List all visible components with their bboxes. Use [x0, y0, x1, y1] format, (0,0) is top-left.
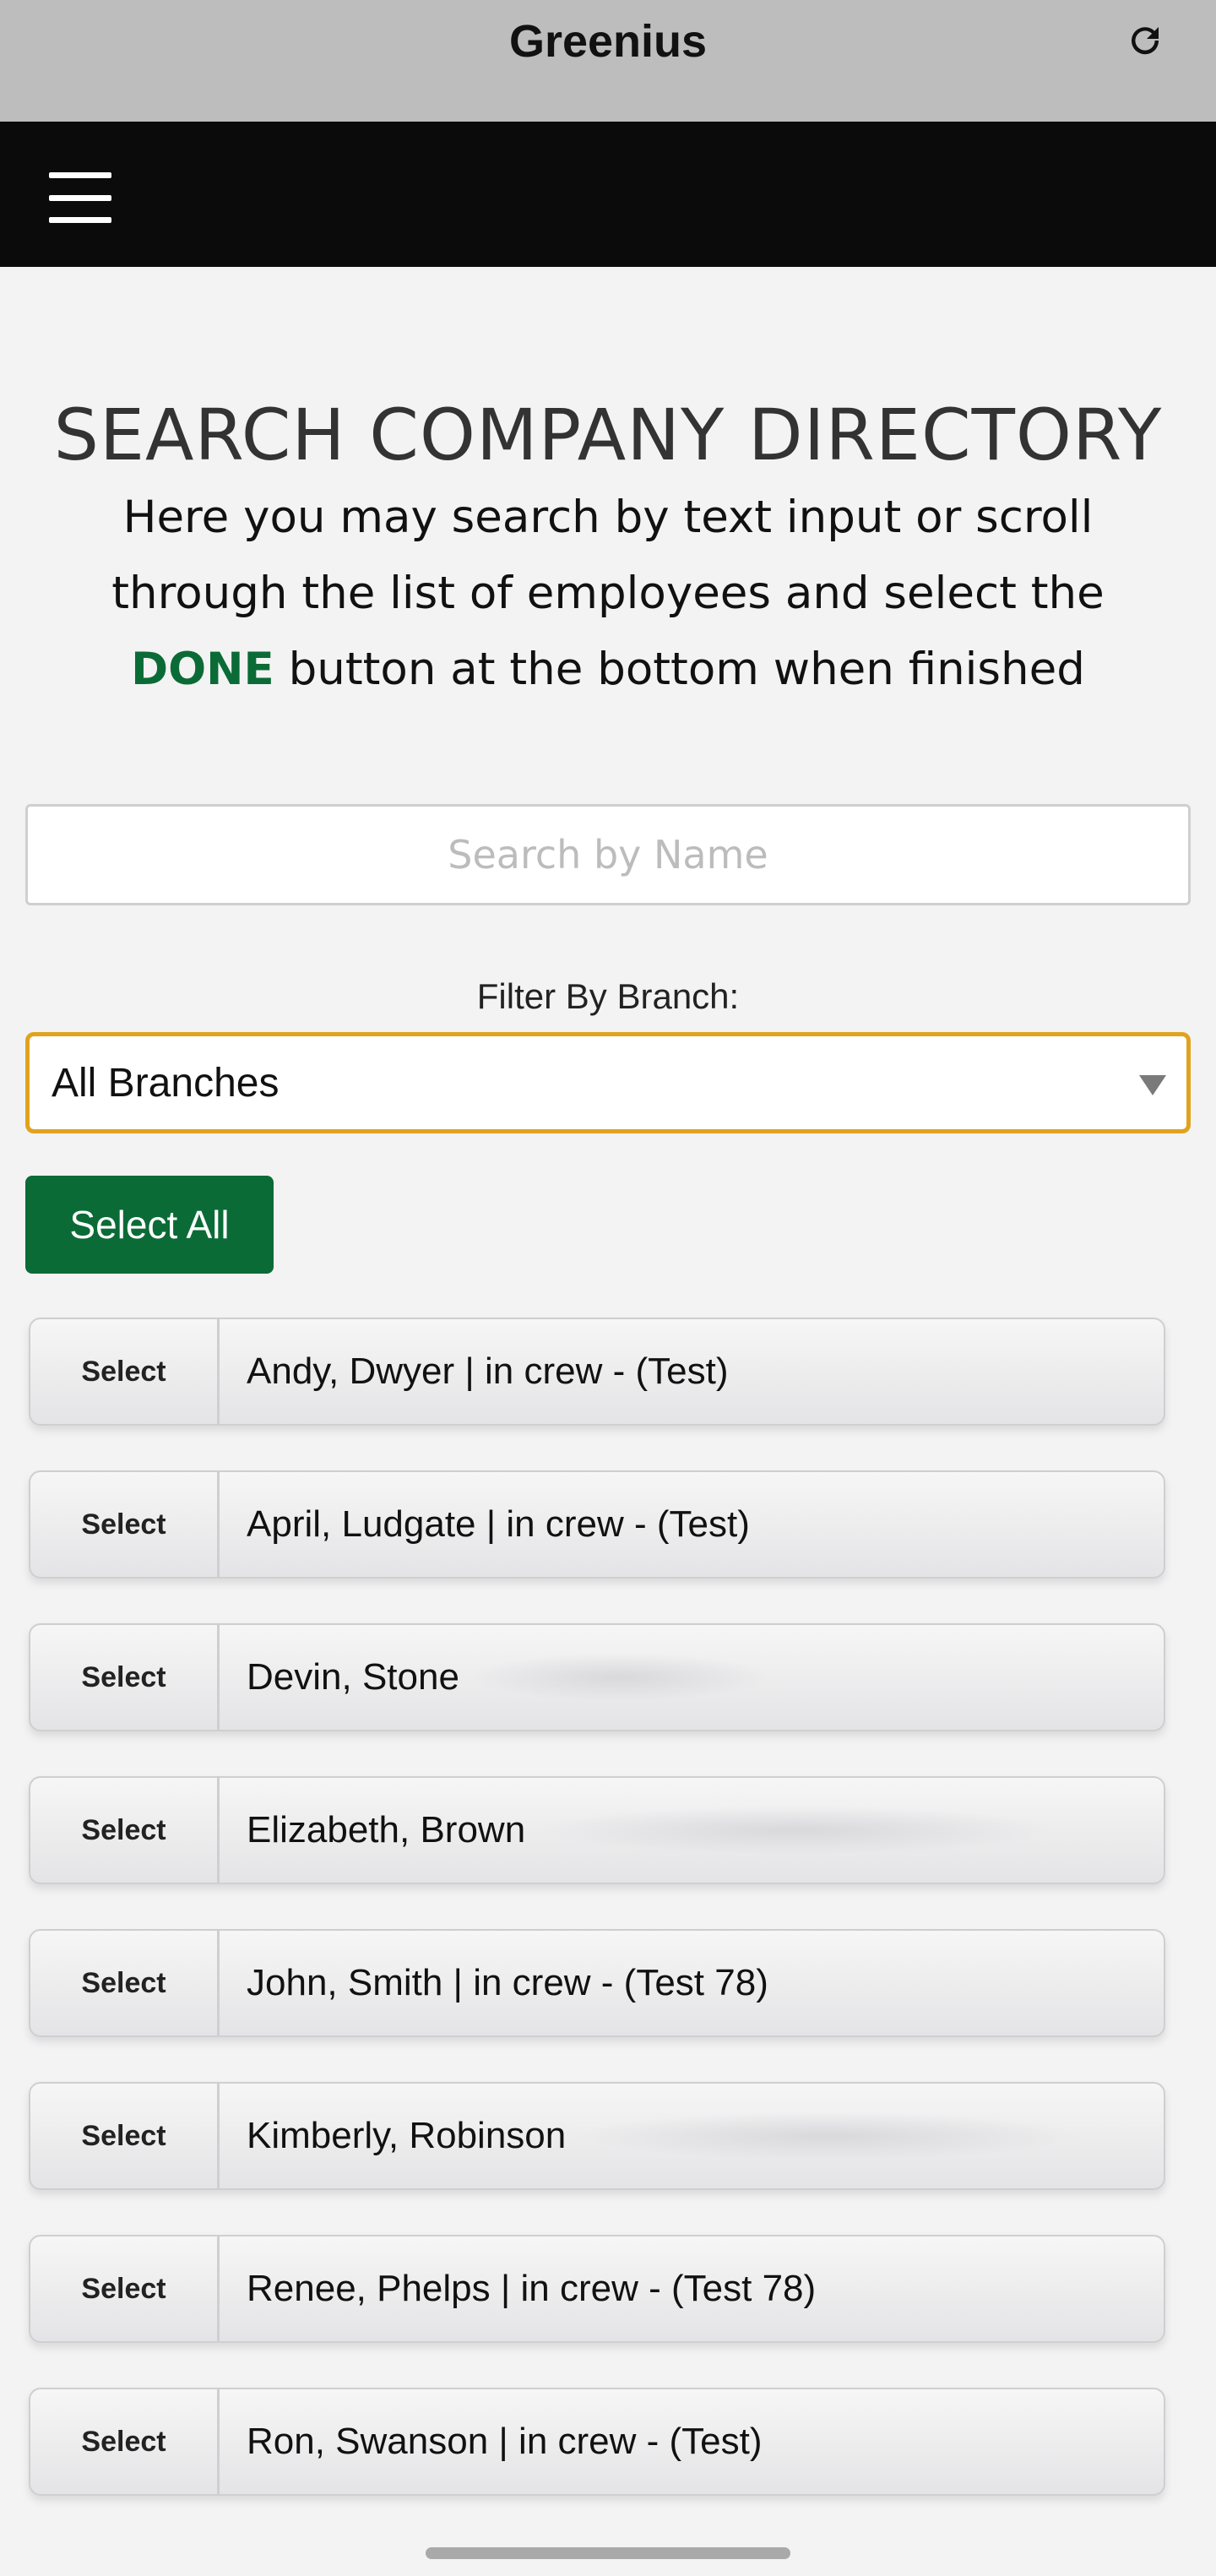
hamburger-menu-icon[interactable]: [49, 172, 111, 223]
employee-row: Select Renee, Phelps | in crew - (Test 7…: [29, 2235, 1165, 2343]
employee-name: Elizabeth, Brown: [220, 1778, 1164, 1883]
page-title: SEARCH COMPANY DIRECTORY: [53, 394, 1163, 476]
employee-row: Select Elizabeth, Brown: [29, 1776, 1165, 1884]
home-indicator: [426, 2547, 790, 2559]
filter-branch-label: Filter By Branch:: [476, 976, 740, 1016]
redacted-area: [574, 2111, 1082, 2160]
nav-bar: [0, 122, 1216, 267]
app-title: Greenius: [508, 16, 708, 67]
employee-list: Select Andy, Dwyer | in crew - (Test) Se…: [29, 1318, 1165, 2541]
branch-select[interactable]: All Branches: [25, 1032, 1191, 1133]
employee-row: Select April, Ludgate | in crew - (Test): [29, 1470, 1165, 1579]
done-highlight: DONE: [131, 644, 274, 695]
employee-name: Ron, Swanson | in crew - (Test): [247, 2421, 763, 2462]
select-employee-button[interactable]: Select: [30, 1472, 220, 1577]
employee-row: Select Andy, Dwyer | in crew - (Test): [29, 1318, 1165, 1426]
search-input[interactable]: [25, 804, 1191, 905]
employee-row: Select Kimberly, Robinson: [29, 2082, 1165, 2190]
redacted-area: [467, 1653, 772, 1702]
employee-name: Renee, Phelps | in crew - (Test 78): [247, 2268, 817, 2309]
app-titlebar: Greenius: [0, 0, 1216, 122]
employee-name: Devin, Stone: [220, 1625, 1164, 1730]
dropdown-arrow-icon: [1139, 1075, 1166, 1095]
intro-text-end: button at the bottom when finished: [274, 644, 1085, 695]
select-employee-button[interactable]: Select: [30, 1778, 220, 1883]
select-all-button[interactable]: Select All: [25, 1176, 274, 1274]
intro-text-start: Here you may search by text input or scr…: [111, 492, 1105, 619]
select-employee-button[interactable]: Select: [30, 1625, 220, 1730]
refresh-icon[interactable]: [1121, 17, 1169, 64]
select-employee-button[interactable]: Select: [30, 2236, 220, 2341]
employee-row: Select Ron, Swanson | in crew - (Test): [29, 2388, 1165, 2496]
employee-name: Kimberly, Robinson: [220, 2084, 1164, 2188]
select-employee-button[interactable]: Select: [30, 1319, 220, 1424]
employee-name: John, Smith | in crew - (Test 78): [247, 1962, 768, 2003]
select-employee-button[interactable]: Select: [30, 2389, 220, 2494]
select-employee-button[interactable]: Select: [30, 2084, 220, 2188]
employee-name: Andy, Dwyer | in crew - (Test): [247, 1350, 729, 1392]
page-instructions: Here you may search by text input or scr…: [34, 480, 1182, 708]
employee-row: Select John, Smith | in crew - (Test 78): [29, 1929, 1165, 2037]
branch-select-value: All Branches: [52, 1060, 280, 1106]
redacted-area: [534, 1806, 1058, 1855]
employee-name: April, Ludgate | in crew - (Test): [247, 1503, 750, 1545]
select-employee-button[interactable]: Select: [30, 1931, 220, 2035]
employee-row: Select Devin, Stone: [29, 1623, 1165, 1731]
